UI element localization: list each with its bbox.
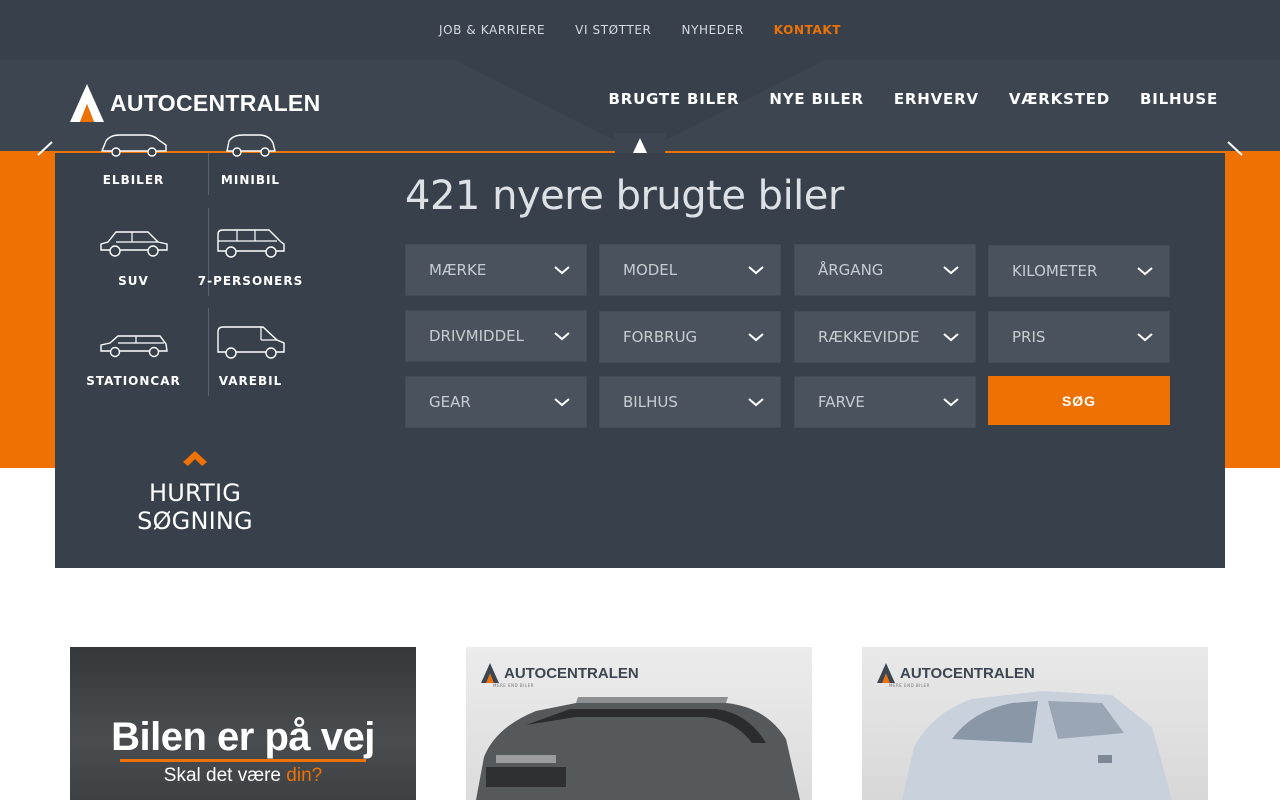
van-icon	[216, 326, 285, 359]
filter-label: MODEL	[623, 261, 678, 279]
filter-label: GEAR	[429, 393, 471, 411]
nav-dealerships[interactable]: BILHUSE	[1140, 90, 1218, 108]
chevron-down-icon	[943, 333, 959, 342]
filter-consumption[interactable]: FORBRUG	[599, 311, 781, 363]
minivan-icon	[216, 229, 285, 258]
category-label: ELBILER	[102, 173, 165, 187]
chevron-down-icon	[1137, 333, 1153, 342]
chevron-down-icon	[748, 333, 764, 342]
category-van[interactable]: VAREBIL	[192, 308, 309, 396]
chevron-up-icon	[183, 451, 207, 466]
category-electric[interactable]: ELBILER	[75, 107, 192, 195]
suv-icon	[99, 231, 168, 257]
chevron-down-icon	[748, 398, 764, 407]
nav-used-cars[interactable]: BRUGTE BILER	[609, 90, 740, 108]
filter-dealership[interactable]: BILHUS	[599, 376, 781, 428]
filter-label: FORBRUG	[623, 328, 698, 346]
car-card[interactable]: AUTOCENTRALEN MERE END BILER	[862, 647, 1208, 800]
nav-new-cars[interactable]: NYE BILER	[769, 90, 863, 108]
utility-link-support[interactable]: VI STØTTER	[560, 23, 666, 37]
utility-link-news[interactable]: NYHEDER	[667, 23, 759, 37]
category-label: 7-PERSONERS	[197, 274, 304, 288]
chevron-down-icon	[554, 398, 570, 407]
chevron-down-icon	[554, 332, 570, 341]
main-nav: BRUGTE BILER NYE BILER ERHVERV VÆRKSTED …	[609, 90, 1219, 108]
nav-workshop[interactable]: VÆRKSTED	[1009, 90, 1110, 108]
promo-subline: Skal det være din?	[70, 765, 416, 787]
filter-label: DRIVMIDDEL	[429, 327, 524, 345]
filter-label: KILOMETER	[1012, 262, 1098, 280]
search-submit-label: SØG	[1061, 392, 1097, 409]
filter-range[interactable]: RÆKKEVIDDE	[794, 311, 976, 363]
quick-search-toggle[interactable]: HURTIG SØGNING	[97, 451, 293, 535]
suv-photo-illustration	[476, 697, 800, 800]
filter-label: PRIS	[1012, 328, 1046, 346]
stationcar-icon	[99, 335, 168, 358]
promo-headline: Bilen er på vej	[111, 715, 375, 759]
filter-year[interactable]: ÅRGANG	[794, 244, 976, 296]
filter-color[interactable]: FARVE	[794, 376, 976, 428]
chevron-down-icon	[748, 266, 764, 275]
category-label: VAREBIL	[218, 374, 283, 388]
category-label: MINIBIL	[220, 173, 281, 187]
filter-label: MÆRKE	[429, 261, 487, 279]
filter-label: FARVE	[818, 393, 865, 411]
utility-link-contact[interactable]: KONTAKT	[759, 23, 856, 37]
category-label: SUV	[118, 274, 149, 288]
promo-underline	[120, 759, 366, 762]
category-mini[interactable]: MINIBIL	[192, 107, 309, 195]
chevron-down-icon	[943, 398, 959, 407]
filter-price[interactable]: PRIS	[988, 311, 1170, 363]
filter-fuel[interactable]: DRIVMIDDEL	[405, 310, 587, 362]
mini-car-icon	[225, 134, 276, 157]
search-panel: ELBILER MINIBIL SUV 7-PERSONERS STATIONC…	[55, 134, 1225, 568]
chevron-down-icon	[943, 266, 959, 275]
filter-mileage[interactable]: KILOMETER	[988, 245, 1170, 297]
search-submit-button[interactable]: SØG	[988, 376, 1170, 425]
filter-label: RÆKKEVIDDE	[818, 328, 920, 346]
van-photo-illustration	[902, 691, 1172, 800]
filter-model[interactable]: MODEL	[599, 244, 781, 296]
slider-prev-arrow-icon[interactable]	[34, 140, 56, 170]
category-stationcar[interactable]: STATIONCAR	[75, 308, 192, 396]
promo-sub-accent: din?	[286, 765, 323, 786]
category-suv[interactable]: SUV	[75, 208, 192, 296]
chevron-down-icon	[1137, 267, 1153, 276]
category-7-seater[interactable]: 7-PERSONERS	[192, 208, 309, 296]
results-count-title: 421 nyere brugte biler	[405, 173, 844, 219]
promo-card[interactable]: Bilen er på vej Skal det være din?	[70, 647, 416, 800]
electric-car-icon	[100, 134, 167, 157]
chevron-down-icon	[554, 266, 570, 275]
top-utility-bar: JOB & KARRIERE VI STØTTER NYHEDER KONTAK…	[0, 0, 1280, 60]
filter-gearbox[interactable]: GEAR	[405, 376, 587, 428]
utility-nav: JOB & KARRIERE VI STØTTER NYHEDER KONTAK…	[0, 0, 1280, 60]
nav-business[interactable]: ERHVERV	[894, 90, 979, 108]
quick-search-label: HURTIG SØGNING	[137, 479, 253, 535]
promo-sub-text: Skal det være	[163, 765, 287, 786]
filter-label: ÅRGANG	[818, 261, 884, 279]
car-card[interactable]: AUTOCENTRALEN MERE END BILER	[466, 647, 812, 800]
filter-make[interactable]: MÆRKE	[405, 244, 587, 296]
category-label: STATIONCAR	[86, 374, 181, 388]
filter-label: BILHUS	[623, 393, 678, 411]
slider-next-arrow-icon[interactable]	[1224, 140, 1246, 170]
utility-link-job[interactable]: JOB & KARRIERE	[424, 23, 560, 37]
